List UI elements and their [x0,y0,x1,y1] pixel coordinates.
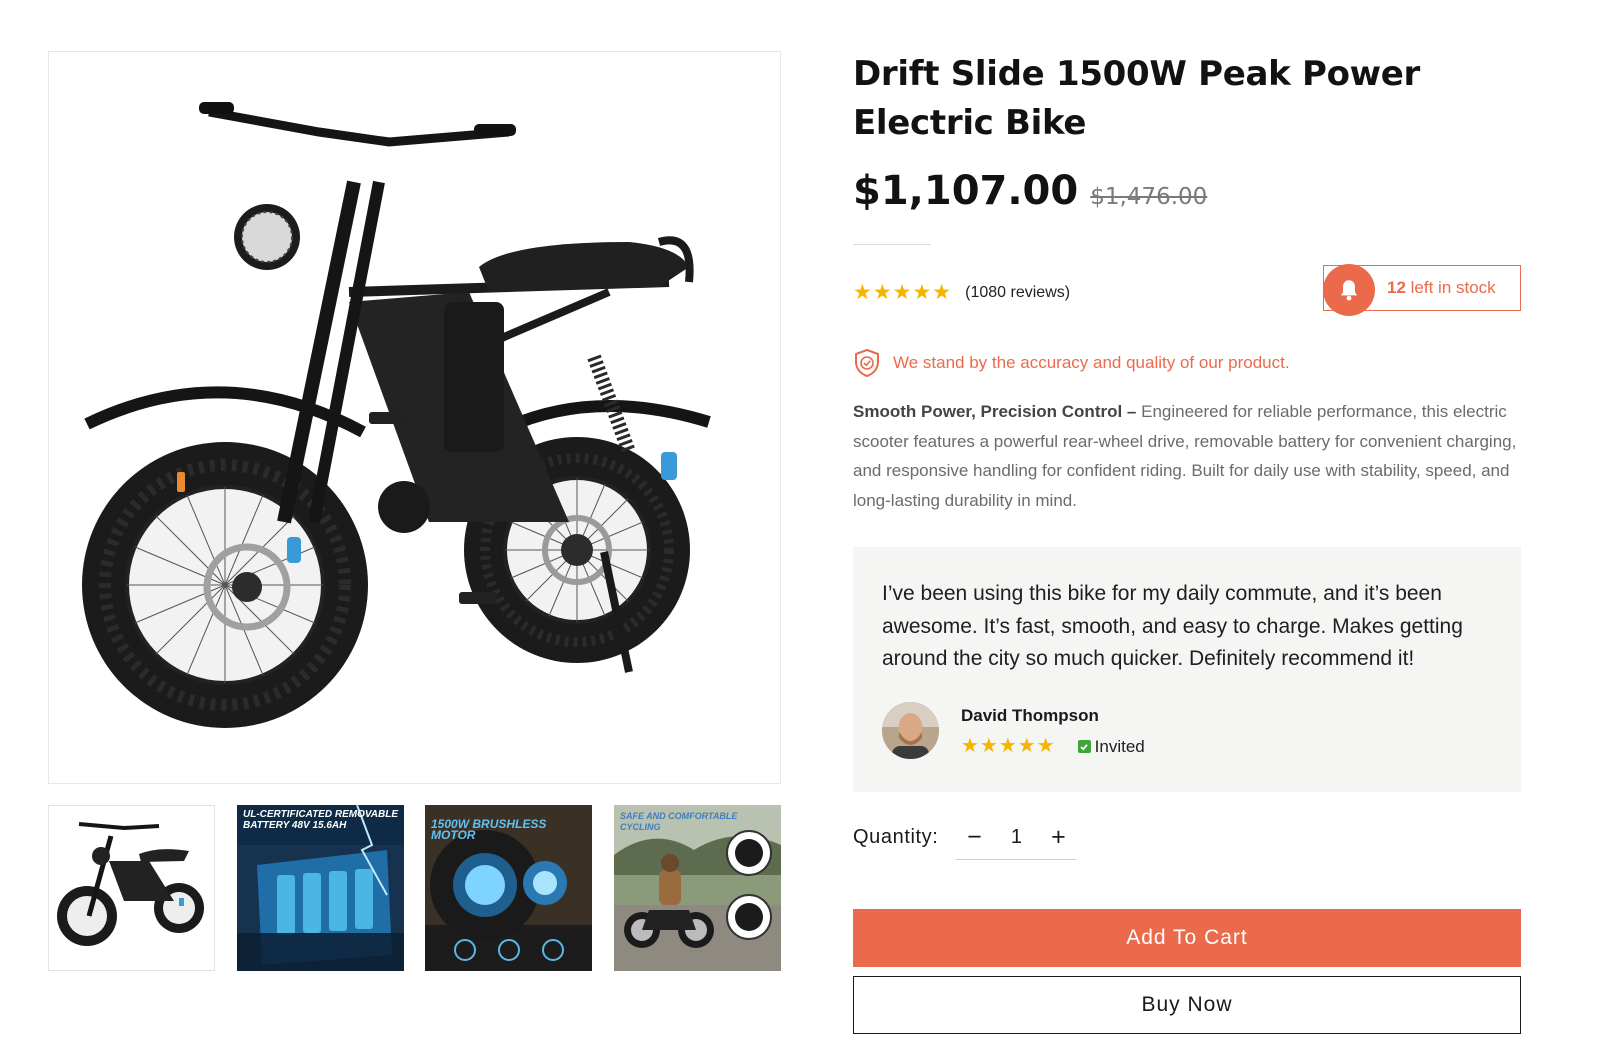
increase-quantity-button[interactable]: + [1040,824,1076,850]
quantity-label: Quantity: [853,826,939,848]
bike-thumbnail-image [57,822,204,946]
reviewer-name: David Thompson [961,706,1099,725]
product-description: Smooth Power, Precision Control – Engine… [853,397,1518,515]
stock-badge: 12 left in stock [1323,264,1521,316]
reviewer-info: David Thompson ★★★★★ Invited [961,702,1145,759]
product-main-image[interactable] [48,51,781,784]
stock-count: 12 [1387,278,1406,297]
add-to-cart-button[interactable]: Add To Cart [853,909,1521,967]
product-title: Drift Slide 1500W Peak Power Electric Bi… [853,54,1421,143]
reviewer-stars: ★★★★★ [961,735,1056,757]
trust-text: We stand by the accuracy and quality of … [893,353,1290,372]
invited-label: Invited [1094,736,1145,756]
avatar [882,702,939,759]
thumbnail-1[interactable] [48,805,215,971]
sale-price: $1,107.00 [853,168,1079,214]
review-count[interactable]: (1080 reviews) [965,284,1070,302]
check-icon [1077,740,1091,753]
buy-now-button[interactable]: Buy Now [853,976,1521,1034]
thumbnail-caption: UL-CERTIFICATED REMOVABLE BATTERY 48V 15… [243,809,398,831]
thumbnail-gallery: UL-CERTIFICATED REMOVABLE BATTERY 48V 15… [48,805,781,971]
price-row: $1,107.00 $1,476.00 [853,168,1207,214]
reviewer-meta: ★★★★★ Invited [961,736,1145,757]
testimonial-card: I’ve been using this bike for my daily c… [853,547,1521,792]
stock-text: 12 left in stock [1387,278,1496,298]
shield-check-icon [855,348,879,378]
testimonial-quote: I’ve been using this bike for my daily c… [882,582,1463,670]
quantity-row: Quantity: − + [853,815,1077,860]
quantity-input[interactable] [994,824,1039,850]
decrease-quantity-button[interactable]: − [956,824,992,850]
invited-badge: Invited [1077,736,1145,757]
divider [853,244,931,245]
bell-icon [1323,264,1375,316]
electric-bike-image [82,102,711,728]
description-lead: Smooth Power, Precision Control – [853,402,1137,421]
rating-summary[interactable]: ★★★★★ (1080 reviews) [853,282,1070,303]
stock-label: left in stock [1405,278,1496,297]
thumbnail-caption: SAFE AND COMFORTABLE CYCLING [620,811,738,832]
compare-price: $1,476.00 [1090,184,1208,210]
thumbnail-3[interactable]: 1500W BRUSHLESS MOTOR [425,805,592,971]
product-info: Drift Slide 1500W Peak Power Electric Bi… [853,50,1521,1034]
thumbnail-4[interactable]: SAFE AND COMFORTABLE CYCLING [614,805,781,971]
quantity-stepper: − + [956,815,1077,860]
reviewer: David Thompson ★★★★★ Invited [882,702,1145,759]
rating-stars: ★★★★★ [853,281,953,304]
thumbnail-caption: 1500W BRUSHLESS MOTOR [431,817,547,842]
thumbnail-2[interactable]: UL-CERTIFICATED REMOVABLE BATTERY 48V 15… [237,805,404,971]
trust-notice: We stand by the accuracy and quality of … [853,348,1290,378]
